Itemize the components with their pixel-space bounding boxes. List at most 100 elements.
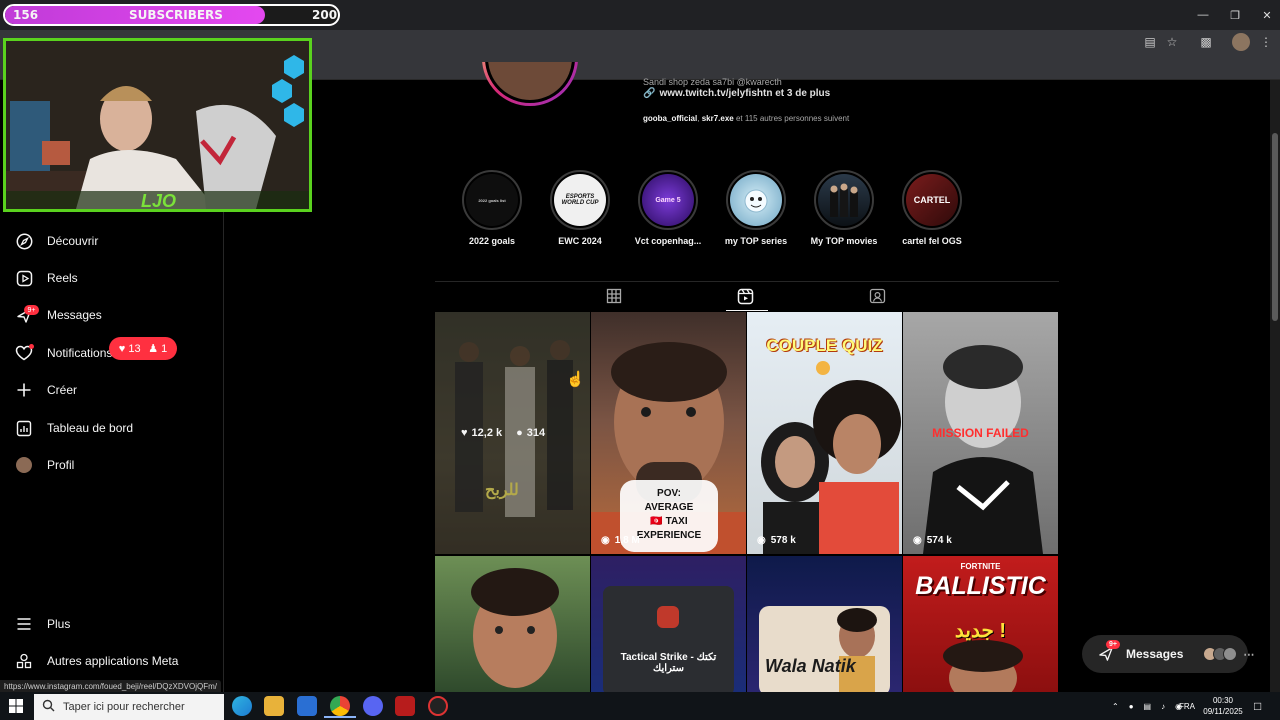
active-tab-indicator <box>726 310 768 311</box>
highlight-2022-goals[interactable]: 2022 goals list <box>462 170 522 230</box>
sidebar-item-profil[interactable]: Profil <box>15 456 74 474</box>
highlight-top-movies[interactable] <box>814 170 874 230</box>
extensions-icon[interactable]: ▩ <box>1197 33 1215 51</box>
reel-tile[interactable]: COUPLE QUIZ ◉ 578 k <box>747 312 902 554</box>
followed-by-user-2[interactable]: skr7.exe <box>702 114 734 123</box>
discord-invite-card <box>603 586 734 692</box>
sidebar-item-reels[interactable]: Reels <box>15 269 78 287</box>
views-count: 1,8 M <box>614 535 640 546</box>
reel-stats: ♥ 12,2 k ● 314 <box>461 427 545 439</box>
notifications-badge: ♥ 13 ♟ 1 <box>109 337 177 360</box>
reel-overlay-text: Wala Natik <box>765 656 856 676</box>
network-icon[interactable]: ▤ <box>1144 702 1152 711</box>
likes-count: 13 <box>128 342 141 355</box>
sidebar-item-label: Notifications <box>47 346 113 360</box>
notification-center-icon[interactable]: □ <box>1254 696 1261 716</box>
sidebar-item-decouvrir[interactable]: Découvrir <box>15 232 98 250</box>
webcam-tag: LJO <box>141 191 177 211</box>
sidebar-item-label: Créer <box>47 383 78 397</box>
followed-by[interactable]: gooba_official, skr7.exe et 115 autres p… <box>643 114 849 123</box>
grid-icon[interactable] <box>606 288 624 306</box>
file-explorer-icon[interactable] <box>264 696 284 716</box>
reel-tile[interactable]: Wala Natik <box>747 556 902 692</box>
highlight-label: cartel fel OGS <box>902 236 962 246</box>
reel-tile[interactable] <box>435 556 590 692</box>
follows-count-badge: ♟ 1 <box>148 342 167 356</box>
reels-icon[interactable] <box>737 288 755 306</box>
taskbar-clock[interactable]: 00:30 09/11/2025 <box>1200 695 1246 717</box>
highlight-ewc-2024[interactable]: ESPORTS WORLD CUP <box>550 170 610 230</box>
heart-icon: ♥ <box>461 427 468 439</box>
tagged-icon[interactable] <box>869 288 887 306</box>
subscriber-current: 156 <box>13 8 39 22</box>
minimize-icon[interactable]: — <box>1186 0 1220 30</box>
chrome-icon[interactable] <box>330 696 350 716</box>
reel-tile[interactable]: للربح ♥ 12,2 k ● 314 <box>435 312 590 554</box>
likes-count: 12,2 k <box>471 427 503 439</box>
search-icon <box>42 699 55 715</box>
windows-start-icon[interactable] <box>9 699 23 718</box>
cast-icon[interactable]: ▤ <box>1141 33 1159 51</box>
voicemeeter-icon[interactable] <box>395 696 415 716</box>
highlight-cover: Game 5 <box>642 174 694 226</box>
profile-picture[interactable] <box>482 62 578 106</box>
bookmark-star-icon[interactable]: ☆ <box>1163 33 1181 51</box>
followed-by-user-1[interactable]: gooba_official <box>643 114 697 123</box>
plus-icon <box>15 381 33 399</box>
microphone-icon[interactable]: ● <box>1129 702 1134 711</box>
views-count: 578 k <box>770 535 796 546</box>
highlight-cover: 2022 goals list <box>466 174 518 226</box>
reel-thumbnail <box>943 640 1023 692</box>
profile-avatar[interactable] <box>1232 33 1250 51</box>
highlight-cover <box>818 174 870 226</box>
messages-badge: 9+ <box>1106 640 1120 649</box>
views-stat: ◉ 574 k <box>913 535 952 546</box>
highlight-cartel-fel-ogs[interactable]: CARTEL <box>902 170 962 230</box>
server-icon <box>657 606 679 628</box>
scrollbar-thumb[interactable] <box>1272 133 1278 321</box>
sidebar-item-label: Découvrir <box>47 234 99 248</box>
language-indicator[interactable]: FRA <box>1179 696 1195 716</box>
tabs-divider <box>435 281 1059 282</box>
reel-overlay-text: للربح <box>485 482 519 499</box>
reel-tile[interactable]: FORTNITE BALLISTIC جديد ! <box>903 556 1058 692</box>
subscriber-label: SUBSCRIBERS <box>129 8 223 22</box>
person-icon: ♟ <box>148 343 159 355</box>
hamburger-menu-icon <box>15 615 33 633</box>
profile-link[interactable]: 🔗 www.twitch.tv/jelyfishtn et 3 de plus <box>643 88 830 99</box>
webcam-overlay: LJO <box>3 38 312 212</box>
chevron-up-icon[interactable]: ⌃ <box>1112 702 1119 711</box>
dashboard-icon <box>15 419 33 437</box>
reel-tile[interactable]: Tactical Strike - تكتك سترايك <box>591 556 746 692</box>
sidebar-item-tableau-de-bord[interactable]: Tableau de bord <box>15 419 133 437</box>
likes-stat: ♥ 12,2 k <box>461 427 502 439</box>
taskbar-search-input[interactable]: Taper ici pour rechercher <box>34 694 224 720</box>
sidebar-item-label: Autres applications Meta <box>47 654 179 668</box>
sidebar-item-autres-applications-meta[interactable]: Autres applications Meta <box>15 652 178 670</box>
reel-tile[interactable]: MISSION FAILED ◉ 574 k <box>903 312 1058 554</box>
highlight-top-series[interactable] <box>726 170 786 230</box>
messages-floating-button[interactable]: 9+ Messages ⋯ <box>1082 635 1254 673</box>
restore-icon[interactable]: ❐ <box>1218 0 1252 30</box>
highlight-label: EWC 2024 <box>558 236 602 246</box>
highlight-cover: ESPORTS WORLD CUP <box>554 174 606 226</box>
subscriber-goal: 200 <box>312 8 338 22</box>
menu-kebab-icon[interactable]: ⋮ <box>1257 33 1275 51</box>
views-count: 574 k <box>926 535 952 546</box>
store-icon[interactable] <box>297 696 317 716</box>
subscriber-goal-bar: 156 SUBSCRIBERS 200 <box>3 4 340 26</box>
sidebar-item-creer[interactable]: Créer <box>15 381 77 399</box>
sidebar-item-plus[interactable]: Plus <box>15 615 70 633</box>
obs-icon[interactable] <box>428 696 448 716</box>
close-icon[interactable]: ✕ <box>1250 0 1280 30</box>
snowman-icon <box>744 189 768 213</box>
reels-icon <box>15 269 33 287</box>
discord-icon[interactable] <box>363 696 383 716</box>
sidebar-item-label: Messages <box>47 308 102 322</box>
system-tray: ⌃ ● ▤ ♪ ◉ <box>1112 696 1182 716</box>
edge-icon[interactable] <box>232 696 252 716</box>
volume-icon[interactable]: ♪ <box>1161 702 1165 711</box>
reel-tile[interactable]: POV: AVERAGE 🇹🇳 TAXI EXPERIENCE ◉ 1,8 M <box>591 312 746 554</box>
highlight-vct-copenhagen[interactable]: Game 5 <box>638 170 698 230</box>
eye-icon: ◉ <box>601 535 610 546</box>
